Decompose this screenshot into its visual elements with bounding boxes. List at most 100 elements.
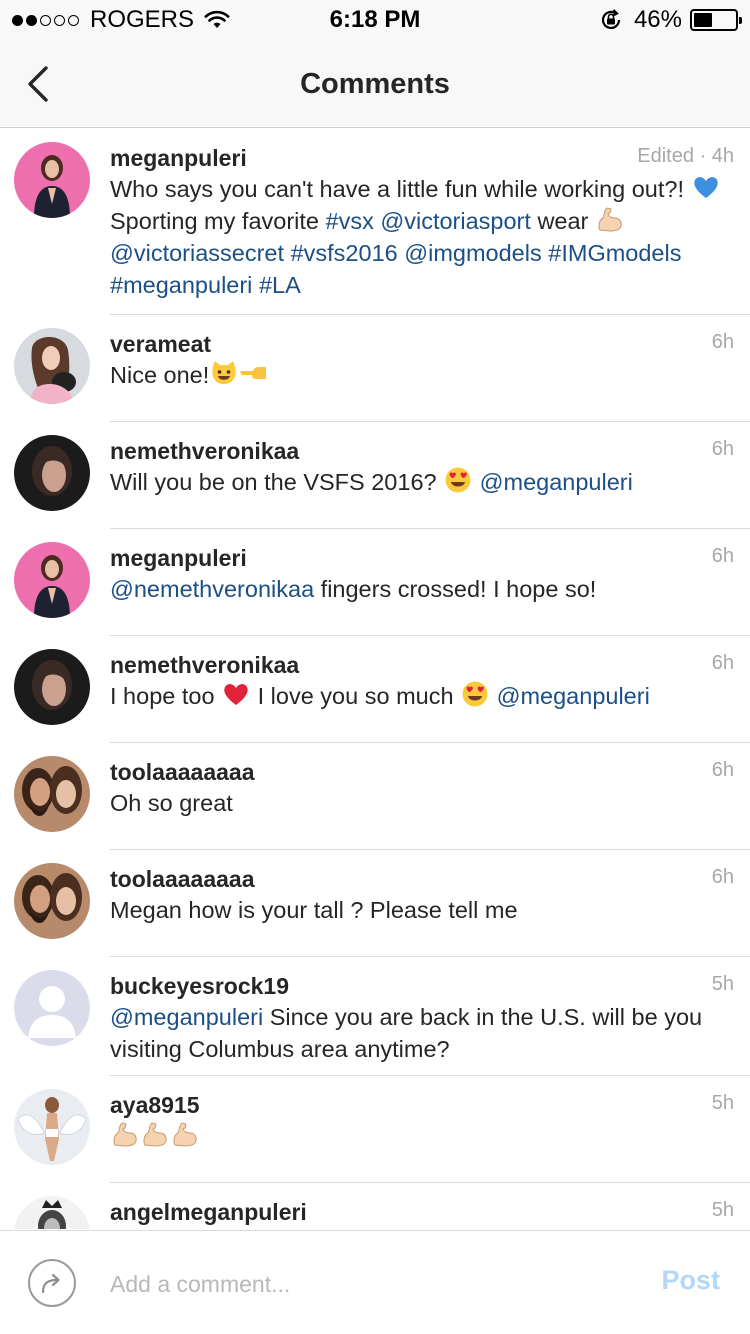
heart-eyes-emoji-icon: [460, 681, 490, 709]
avatar-image: [14, 756, 90, 832]
mention-link[interactable]: @meganpuleri: [110, 1004, 263, 1030]
comment-username[interactable]: meganpuleri: [110, 543, 734, 573]
avatar[interactable]: [14, 649, 90, 725]
battery-icon: [690, 9, 742, 31]
comment-text-segment: Sporting my favorite: [110, 208, 326, 234]
comment-username[interactable]: verameat: [110, 329, 734, 359]
comment-row[interactable]: 5h aya8915: [0, 1076, 750, 1183]
avatar-image: [14, 970, 90, 1046]
mention-link[interactable]: @meganpuleri: [497, 683, 650, 709]
page-title: Comments: [300, 68, 450, 100]
hashtag-link[interactable]: #IMGmodels: [548, 240, 681, 266]
grinning-cat-emoji-icon: [209, 361, 239, 388]
avatar-image: [14, 1089, 90, 1165]
share-button[interactable]: [28, 1259, 76, 1307]
comment-row[interactable]: 5h angelmeganpuleri: [0, 1183, 750, 1229]
comment-username[interactable]: angelmeganpuleri: [110, 1197, 734, 1227]
avatar[interactable]: [14, 435, 90, 511]
comment-row[interactable]: 6h nemethveronikaa I hope too I love you s…: [0, 636, 750, 743]
comment-body: verameat Nice one!: [110, 329, 734, 391]
blue-heart-emoji-icon: [691, 176, 721, 202]
mention-link[interactable]: @victoriassecret: [110, 240, 284, 266]
comment-username[interactable]: nemethveronikaa: [110, 436, 734, 466]
comment-body: nemethveronikaa Will you be on the VSFS 2…: [110, 436, 734, 498]
red-heart-emoji-icon: [221, 683, 251, 709]
comment-username[interactable]: toolaaaaaaaa: [110, 757, 734, 787]
mention-link[interactable]: @imgmodels: [404, 240, 541, 266]
comment-text: I hope too I love you so much @meganpule…: [110, 680, 734, 712]
avatar[interactable]: [14, 142, 90, 218]
comment-username[interactable]: nemethveronikaa: [110, 650, 734, 680]
comment-username[interactable]: aya8915: [110, 1090, 734, 1120]
comment-row[interactable]: 6h meganpuleri @nemethveronikaa fingers cr…: [0, 529, 750, 636]
comment-username[interactable]: buckeyesrock19: [110, 971, 734, 1001]
mention-link[interactable]: @victoriasport: [380, 208, 531, 234]
avatar[interactable]: [14, 1196, 90, 1229]
comment-text-segment: I hope too: [110, 683, 222, 709]
heart-eyes-emoji-icon: [443, 467, 473, 495]
flexed-biceps-emoji-icon: [170, 1122, 200, 1149]
hashtag-link[interactable]: #LA: [259, 272, 301, 298]
avatar[interactable]: [14, 970, 90, 1046]
avatar-image: [14, 863, 90, 939]
comment-text: @nemethveronikaa fingers crossed! I hope…: [110, 573, 734, 605]
comment-text-segment: Megan how is your tall ? Please tell me: [110, 897, 518, 923]
rotation-lock-icon: [601, 9, 621, 29]
avatar[interactable]: [14, 542, 90, 618]
avatar[interactable]: [14, 1089, 90, 1165]
comment-list[interactable]: Edited · 4h meganpuleri Who says you can't…: [0, 129, 750, 1229]
avatar-image: [14, 649, 90, 725]
comment-body: angelmeganpuleri: [110, 1197, 734, 1227]
comment-body: nemethveronikaa I hope too I love you so …: [110, 650, 734, 712]
avatar-image: [14, 1196, 90, 1229]
comment-text: Nice one!: [110, 359, 734, 391]
comment-text: @meganpuleri Since you are back in the U…: [110, 1001, 734, 1065]
mention-link[interactable]: @meganpuleri: [480, 469, 633, 495]
comment-text-segment: Nice one!: [110, 362, 210, 388]
avatar[interactable]: [14, 756, 90, 832]
avatar-image: [14, 435, 90, 511]
flexed-biceps-emoji-icon: [140, 1122, 170, 1149]
comment-text-segment: Who says you can't have a little fun whi…: [110, 176, 691, 202]
flexed-biceps-emoji-icon: [595, 207, 625, 234]
comment-body: toolaaaaaaaa Megan how is your tall ? Ple…: [110, 864, 734, 926]
status-right: 46%: [598, 6, 742, 34]
comment-composer: Post: [0, 1230, 750, 1334]
post-button[interactable]: Post: [661, 1265, 720, 1296]
comment-row[interactable]: Edited · 4h meganpuleri Who says you can't…: [0, 129, 750, 315]
hashtag-link[interactable]: #vsx: [326, 208, 374, 234]
comment-body: meganpuleri Who says you can't have a lit…: [110, 143, 734, 301]
comment-row[interactable]: 6h toolaaaaaaaa Megan how is your tall ? P…: [0, 850, 750, 957]
pointing-left-emoji-icon: [239, 362, 269, 388]
comment-username[interactable]: toolaaaaaaaa: [110, 864, 734, 894]
battery-percent: 46%: [633, 6, 682, 33]
flexed-biceps-emoji-icon: [110, 1122, 140, 1149]
avatar-image: [14, 542, 90, 618]
comment-text-segment: I love you so much: [251, 683, 461, 709]
comment-row[interactable]: 6h verameat Nice one!: [0, 315, 750, 422]
comment-body: meganpuleri @nemethveronikaa fingers cros…: [110, 543, 734, 605]
share-arrow-icon: [41, 1273, 60, 1294]
avatar[interactable]: [14, 328, 90, 404]
avatar-image: [14, 328, 90, 404]
comment-text-segment: wear: [530, 208, 595, 234]
comment-row[interactable]: 5h buckeyesrock19 @meganpuleri Since you a…: [0, 957, 750, 1076]
comment-input[interactable]: [110, 1267, 590, 1301]
mention-link[interactable]: @nemethveronikaa: [110, 576, 314, 602]
hashtag-link[interactable]: #vsfs2016: [291, 240, 398, 266]
avatar-image: [14, 142, 90, 218]
comment-body: buckeyesrock19 @meganpuleri Since you are…: [110, 971, 734, 1065]
comment-text: [110, 1120, 734, 1152]
comment-username[interactable]: meganpuleri: [110, 143, 734, 173]
avatar[interactable]: [14, 863, 90, 939]
comment-text: Megan how is your tall ? Please tell me: [110, 894, 734, 926]
comment-row[interactable]: 6h nemethveronikaa Will you be on the VSFS…: [0, 422, 750, 529]
comment-row[interactable]: 6h toolaaaaaaaa Oh so great: [0, 743, 750, 850]
comment-text: Will you be on the VSFS 2016? @meganpule…: [110, 466, 734, 498]
comment-text: Who says you can't have a little fun whi…: [110, 173, 734, 301]
comment-body: aya8915: [110, 1090, 734, 1152]
comment-text-segment: fingers crossed! I hope so!: [314, 576, 597, 602]
navigation-bar: Comments: [0, 40, 750, 128]
status-bar: ROGERS 6:18 PM 46%: [0, 0, 750, 40]
hashtag-link[interactable]: #meganpuleri: [110, 272, 252, 298]
